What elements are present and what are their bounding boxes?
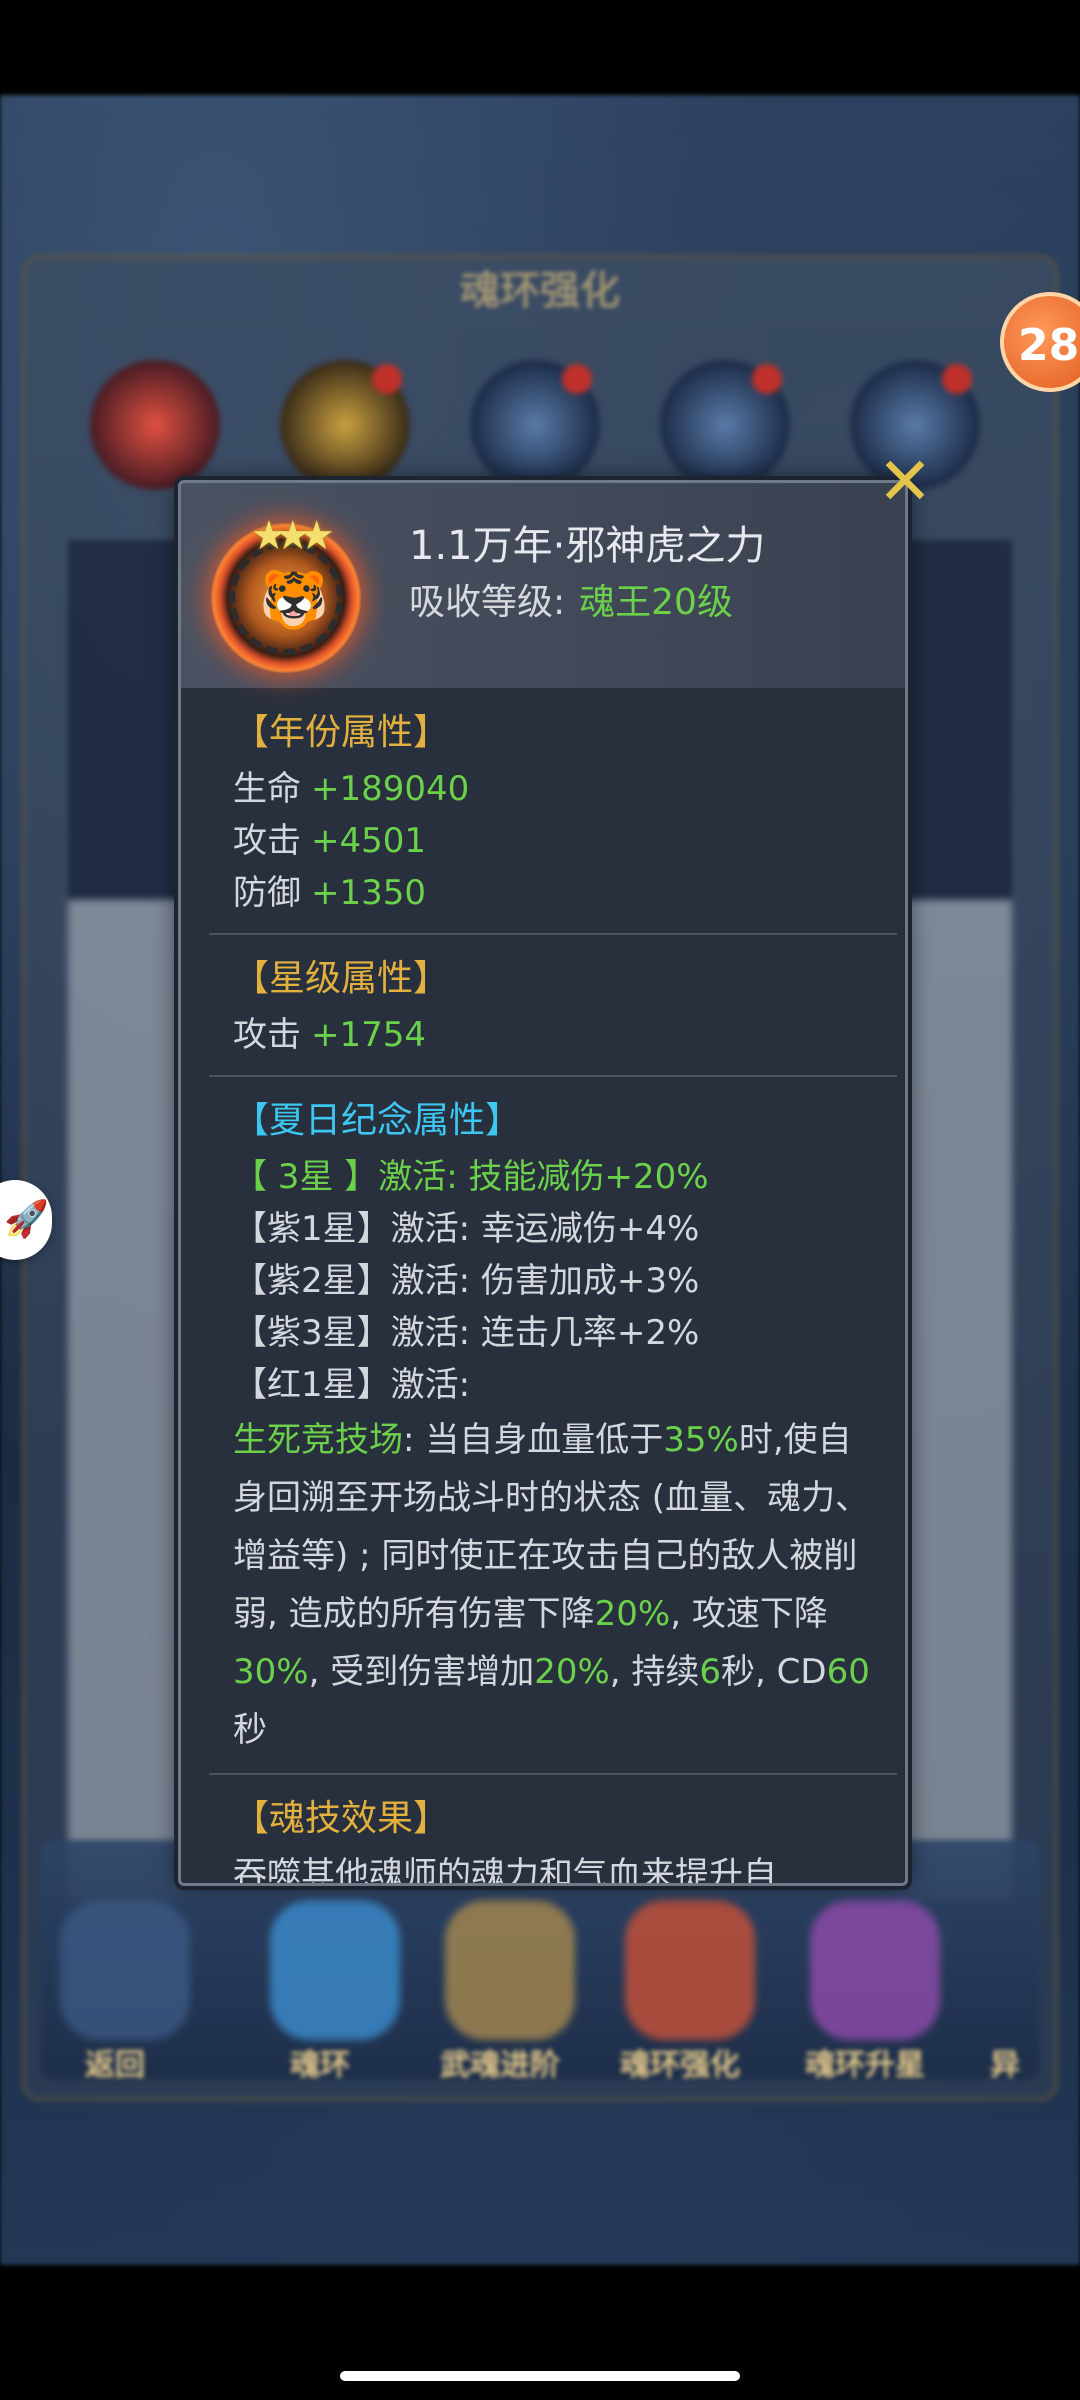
- home-indicator[interactable]: [340, 2371, 740, 2381]
- close-icon[interactable]: ✕: [875, 449, 935, 515]
- popup-header: 🐯 ★★★ 1.1万年·邪神虎之力 吸收等级: 魂王20级: [181, 483, 905, 688]
- ring-slot[interactable]: [660, 360, 790, 490]
- stat-label: 防御: [233, 873, 301, 913]
- notification-dot: [752, 364, 782, 394]
- stat-value: +1350: [311, 873, 427, 913]
- stat-label: 攻击: [233, 821, 301, 861]
- stat-label: 攻击: [233, 1015, 301, 1055]
- martial-soul-icon[interactable]: [445, 1900, 575, 2040]
- back-icon[interactable]: [60, 1900, 190, 2040]
- desc-text: 秒: [233, 1710, 267, 1750]
- desc-text: , 持续: [609, 1652, 700, 1692]
- stat-row: 攻击 +1754: [233, 1009, 873, 1061]
- notification-dot: [942, 364, 972, 394]
- desc-text: 秒, CD: [721, 1652, 827, 1692]
- desc-value: 35%: [663, 1420, 739, 1460]
- divider: [209, 1773, 897, 1775]
- stat-value: +189040: [311, 769, 470, 809]
- ring-slot[interactable]: [90, 360, 220, 490]
- nav-label-extra: 异: [990, 2048, 1020, 2083]
- tiger-icon: 🐯: [259, 568, 329, 633]
- skill-name: 生死竞技场: [233, 1420, 403, 1460]
- nav-label-enhance: 魂环强化: [620, 2048, 740, 2083]
- desc-value: 6: [699, 1652, 722, 1692]
- ring-slot[interactable]: [470, 360, 600, 490]
- ring-detail-popup: 🐯 ★★★ 1.1万年·邪神虎之力 吸收等级: 魂王20级 【年份属性】 生命 +1…: [178, 480, 908, 1886]
- summer-line: 【紫1星】激活: 幸运减伤+4%: [233, 1209, 700, 1249]
- summer-attr-heading: 【夏日纪念属性】: [233, 1100, 522, 1141]
- star-rating-icon: ★★★: [251, 513, 335, 559]
- summer-line: 【 3星 】激活: 技能减伤+20%: [233, 1157, 709, 1197]
- desc-text: , 攻速下降: [670, 1594, 828, 1634]
- nav-label-advance: 武魂进阶: [440, 2048, 560, 2083]
- game-title: 魂环强化: [460, 268, 620, 314]
- desc-value: 20%: [594, 1594, 671, 1634]
- divider: [209, 1075, 897, 1077]
- nav-label-ring: 魂环: [290, 2048, 350, 2083]
- absorb-level: 吸收等级: 魂王20级: [409, 573, 733, 625]
- stat-row: 生命 +189040: [233, 763, 873, 815]
- desc-value: 60: [826, 1652, 870, 1692]
- summer-line: 【紫3星】激活: 连击几率+2%: [233, 1313, 700, 1353]
- popup-content[interactable]: 【年份属性】 生命 +189040 攻击 +4501 防御 +1350 【星级属性】 …: [209, 703, 897, 1886]
- ring-star-icon[interactable]: [810, 1900, 940, 2040]
- absorb-value: 魂王20级: [579, 582, 733, 623]
- skill-effect-text: 吞噬其他魂师的魂力和气血来提升自: [233, 1855, 777, 1886]
- stat-row: 攻击 +4501: [233, 815, 873, 867]
- desc-value: 30%: [233, 1652, 309, 1692]
- rocket-icon: 🚀: [4, 1199, 49, 1240]
- star-attr-heading: 【星级属性】: [233, 958, 450, 999]
- notification-dot: [372, 364, 402, 394]
- stat-value: +1754: [311, 1015, 427, 1055]
- absorb-label: 吸收等级:: [409, 582, 566, 623]
- desc-text: , 受到伤害增加: [308, 1652, 535, 1692]
- year-attr-heading: 【年份属性】: [233, 712, 450, 753]
- desc-text: : 当自身血量低于: [403, 1420, 664, 1460]
- red-star-description: 生死竞技场: 当自身血量低于35%时,使自身回溯至开场战斗时的状态 (血量、魂力…: [233, 1411, 873, 1759]
- divider: [209, 933, 897, 935]
- ring-enhance-icon[interactable]: [625, 1900, 755, 2040]
- ring-selector-row: [90, 360, 1010, 490]
- ring-title: 1.1万年·邪神虎之力: [409, 523, 766, 569]
- skill-effect-heading: 【魂技效果】: [233, 1798, 450, 1839]
- nav-label-star: 魂环升星: [805, 2048, 925, 2083]
- summer-line: 【紫2星】激活: 伤害加成+3%: [233, 1261, 700, 1301]
- ring-slot[interactable]: [280, 360, 410, 490]
- stat-value: +4501: [311, 821, 427, 861]
- soul-ring-icon[interactable]: [270, 1900, 400, 2040]
- notification-dot: [562, 364, 592, 394]
- desc-value: 20%: [534, 1652, 610, 1692]
- stat-label: 生命: [233, 769, 301, 809]
- summer-line: 【红1星】激活:: [233, 1365, 471, 1405]
- stat-row: 防御 +1350: [233, 867, 873, 919]
- nav-label-back: 返回: [85, 2048, 145, 2083]
